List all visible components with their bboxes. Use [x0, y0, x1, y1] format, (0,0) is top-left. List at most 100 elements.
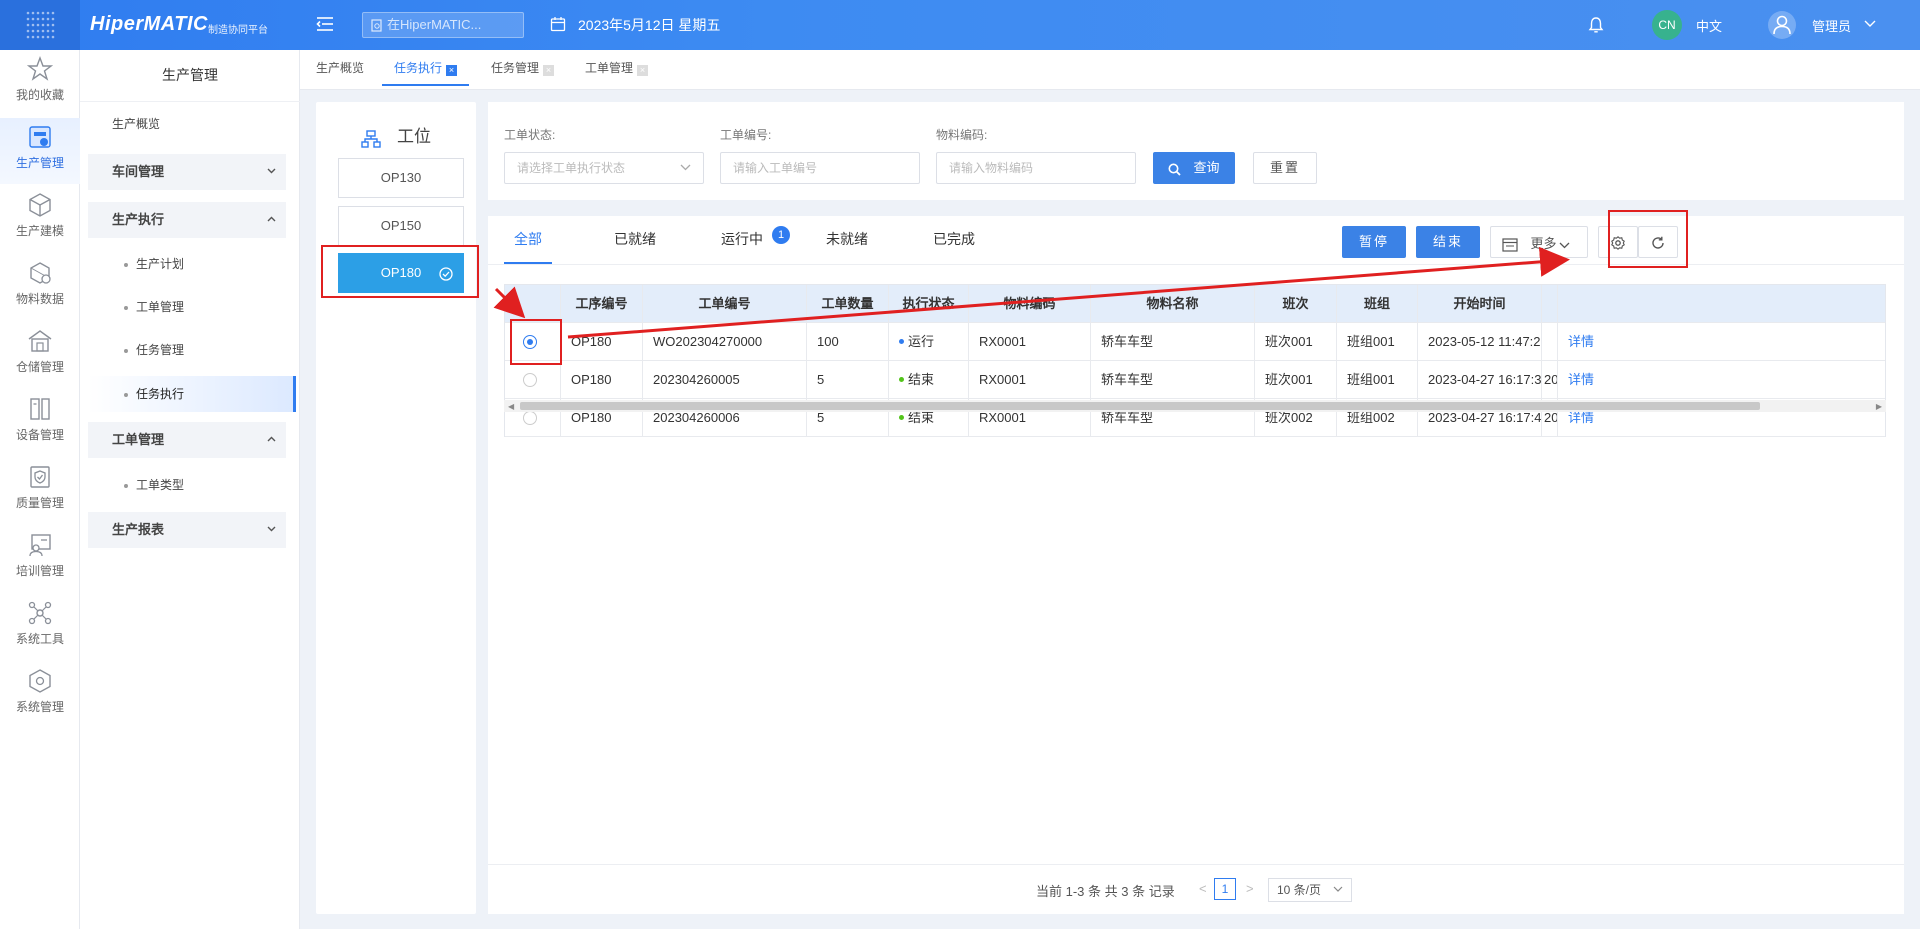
- bullet-dot: [124, 306, 128, 310]
- header-name: 物料名称: [1091, 285, 1255, 322]
- language-label[interactable]: 中文: [1696, 16, 1722, 35]
- next-page-button[interactable]: >: [1246, 881, 1254, 896]
- more-button[interactable]: 更多: [1490, 226, 1588, 258]
- rail-item-favorites[interactable]: 我的收藏: [0, 50, 80, 116]
- detail-link[interactable]: 详情: [1558, 323, 1887, 360]
- production-icon: [0, 124, 80, 150]
- sidebar-group-workshop[interactable]: 车间管理: [88, 154, 286, 190]
- tab-task-manage[interactable]: 任务管理 ×: [491, 50, 555, 86]
- sidebar-item-order-type[interactable]: 工单类型: [88, 467, 286, 503]
- query-button[interactable]: 查询: [1153, 152, 1235, 184]
- tab-overview[interactable]: 生产概览: [316, 50, 364, 86]
- rail-item-tools[interactable]: 系统工具: [0, 594, 80, 660]
- rail-item-label: 我的收藏: [15, 88, 64, 102]
- language-badge[interactable]: CN: [1652, 10, 1682, 40]
- station-panel: 工位 OP130 OP150 OP180: [316, 102, 476, 914]
- sidebar-group-report[interactable]: 生产报表: [88, 512, 286, 548]
- table-row[interactable]: OP180 WO202304270000 100 运行 RX0001 轿车车型 …: [505, 323, 1885, 361]
- rail-item-label: 系统管理: [15, 700, 64, 714]
- page-number-1[interactable]: 1: [1214, 878, 1236, 900]
- page-size-select[interactable]: 10 条/页: [1268, 878, 1352, 902]
- row-radio[interactable]: [523, 411, 537, 425]
- sidebar-item-overview[interactable]: 生产概览: [88, 106, 286, 142]
- chevron-down-icon[interactable]: [1864, 20, 1876, 28]
- user-name[interactable]: 管理员: [1812, 16, 1851, 35]
- order-number-input[interactable]: 请输入工单编号: [720, 152, 920, 184]
- rail-item-quality[interactable]: 质量管理: [0, 458, 80, 524]
- rail-item-warehouse[interactable]: 仓储管理: [0, 322, 80, 388]
- close-icon[interactable]: ×: [637, 65, 649, 76]
- annotation-box-station: [321, 245, 479, 298]
- search-icon: [1168, 154, 1187, 186]
- sidebar-item-label: 生产计划: [136, 257, 185, 271]
- logo-subtitle: 制造协同平台: [208, 25, 268, 36]
- annotation-box-end: [1608, 210, 1688, 268]
- detail-link[interactable]: 详情: [1558, 361, 1887, 398]
- sidebar-group-execution[interactable]: 生产执行: [88, 202, 286, 238]
- status-tab-not-ready[interactable]: 未就绪: [826, 216, 868, 264]
- row-select-cell[interactable]: [505, 361, 561, 398]
- status-dot: [899, 377, 904, 382]
- reset-button[interactable]: 重置: [1253, 152, 1317, 184]
- status-tab-ready[interactable]: 已就绪: [614, 216, 656, 264]
- material-code-input[interactable]: 请输入物料编码: [936, 152, 1136, 184]
- rail-item-device[interactable]: 设备管理: [0, 390, 80, 456]
- station-op130[interactable]: OP130: [338, 158, 464, 198]
- row-radio[interactable]: [523, 373, 537, 387]
- scroll-right-icon[interactable]: ▶: [1876, 402, 1882, 411]
- cell-name: 轿车车型: [1091, 361, 1255, 398]
- cell-status: 运行: [889, 323, 969, 360]
- tab-label: 工单管理: [585, 61, 634, 75]
- status-tab-running[interactable]: 运行中: [721, 216, 763, 264]
- status-tab-done[interactable]: 已完成: [933, 216, 975, 264]
- sidebar-group-label: 工单管理: [112, 432, 165, 447]
- close-icon[interactable]: ×: [543, 65, 555, 76]
- pause-button[interactable]: 暂停: [1342, 226, 1406, 258]
- table-row[interactable]: OP180 202304260005 5 结束 RX0001 轿车车型 班次00…: [505, 361, 1885, 399]
- cell-order: WO202304270000: [643, 323, 807, 360]
- bell-icon[interactable]: [1588, 16, 1604, 34]
- sidebar-group-label: 车间管理: [112, 164, 165, 179]
- status-tab-all[interactable]: 全部: [504, 216, 552, 264]
- tab-task-execute[interactable]: 任务执行 ×: [382, 50, 470, 86]
- calendar-icon: [550, 16, 566, 32]
- rail-item-training[interactable]: 培训管理: [0, 526, 80, 592]
- user-avatar-icon[interactable]: [1768, 11, 1796, 39]
- close-icon[interactable]: ×: [446, 65, 458, 76]
- annotation-box-radio: [510, 319, 562, 365]
- status-select[interactable]: 请选择工单执行状态: [504, 152, 704, 184]
- status-text: 结束: [908, 372, 935, 387]
- station-op150[interactable]: OP150: [338, 206, 464, 246]
- scroll-left-icon[interactable]: ◀: [508, 402, 514, 411]
- header-select: [505, 285, 561, 322]
- sidebar-item-workorder[interactable]: 工单管理: [88, 289, 286, 325]
- menu-toggle-icon[interactable]: [316, 16, 334, 32]
- sidebar-item-plan[interactable]: 生产计划: [88, 246, 286, 282]
- cell-order: 202304260005: [643, 361, 807, 398]
- sidebar-item-task-execute[interactable]: 任务执行: [88, 376, 296, 412]
- rail-item-production[interactable]: 生产管理: [0, 118, 80, 184]
- global-search-input[interactable]: 在HiperMATIC...: [362, 12, 524, 38]
- cube-icon: [0, 192, 80, 218]
- status-dot: [899, 415, 904, 420]
- rail-item-label: 培训管理: [15, 564, 64, 578]
- shield-icon: [0, 464, 80, 490]
- rail-item-modeling[interactable]: 生产建模: [0, 186, 80, 252]
- rail-item-label: 设备管理: [15, 428, 64, 442]
- chevron-down-icon: [267, 168, 276, 174]
- status-dot: [899, 339, 904, 344]
- sidebar-group-workorder[interactable]: 工单管理: [88, 422, 286, 458]
- prev-page-button[interactable]: <: [1199, 881, 1207, 896]
- scrollbar-thumb[interactable]: [520, 402, 1760, 410]
- cell-op: OP180: [561, 323, 643, 360]
- tab-workorder[interactable]: 工单管理 ×: [585, 50, 649, 86]
- app-grid-icon[interactable]: [0, 0, 80, 50]
- chevron-down-icon: [267, 526, 276, 532]
- rail-item-material[interactable]: 物料数据: [0, 254, 80, 320]
- horizontal-scrollbar[interactable]: ◀ ▶: [504, 400, 1886, 412]
- page-tabs: 生产概览 任务执行 × 任务管理 × 工单管理 ×: [300, 50, 1920, 90]
- sidebar-item-task-manage[interactable]: 任务管理: [88, 332, 286, 368]
- rail-item-label: 质量管理: [15, 496, 64, 510]
- end-button[interactable]: 结束: [1416, 226, 1480, 258]
- rail-item-system[interactable]: 系统管理: [0, 662, 80, 728]
